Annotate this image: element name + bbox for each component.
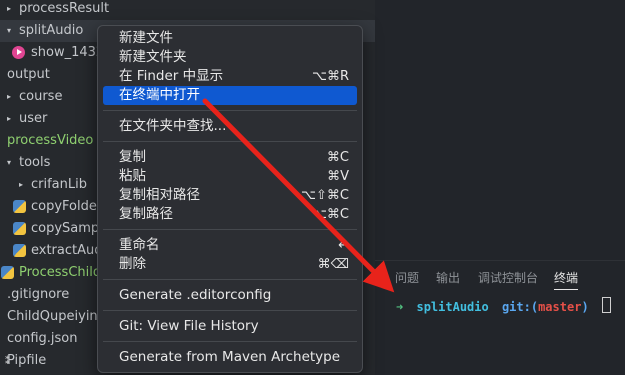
annotation-arrow xyxy=(202,98,395,293)
arrow-line xyxy=(202,98,395,293)
